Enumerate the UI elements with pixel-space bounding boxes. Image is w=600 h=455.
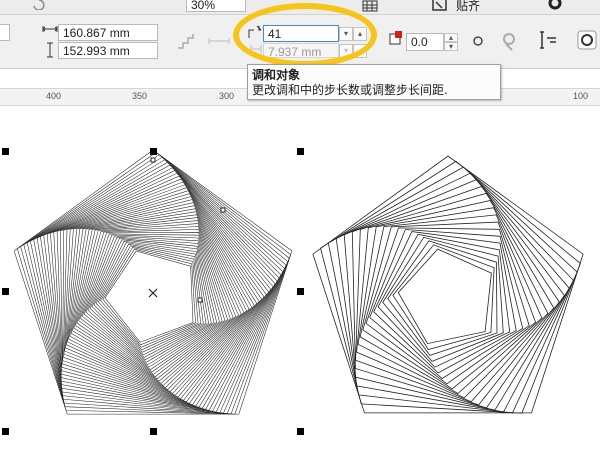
blend-step-shape — [392, 244, 495, 350]
blend-step-shape — [327, 166, 578, 414]
path-node[interactable] — [150, 157, 156, 163]
blend-step-shape — [36, 167, 282, 412]
selection-handle[interactable] — [297, 428, 304, 435]
blend-step-shape — [397, 248, 492, 345]
blend-step-shape — [387, 240, 498, 356]
blend-step-shape — [93, 242, 207, 356]
blend-step-shape — [64, 199, 258, 398]
blend-step-shape — [335, 172, 574, 413]
path-node[interactable] — [220, 207, 226, 213]
selection-handle[interactable] — [150, 148, 157, 155]
blend-step-shape — [43, 172, 278, 410]
selection-handle[interactable] — [297, 148, 304, 155]
center-marker — [148, 288, 158, 298]
canvas-artwork[interactable] — [0, 0, 600, 455]
selection-handle[interactable] — [150, 428, 157, 435]
blend-step-shape — [100, 247, 199, 348]
selection-handle[interactable] — [2, 428, 9, 435]
blend-step-shape — [70, 217, 242, 386]
blend-step-shape — [382, 236, 504, 362]
blend-step-shape — [373, 231, 517, 374]
selection-handle[interactable] — [2, 288, 9, 295]
selection-handle[interactable] — [2, 148, 9, 155]
blend-step-shape — [63, 193, 262, 401]
selection-handle[interactable] — [297, 288, 304, 295]
blend-step-shape — [56, 184, 269, 406]
blend-step-shape — [97, 245, 201, 351]
path-node[interactable] — [197, 297, 203, 303]
